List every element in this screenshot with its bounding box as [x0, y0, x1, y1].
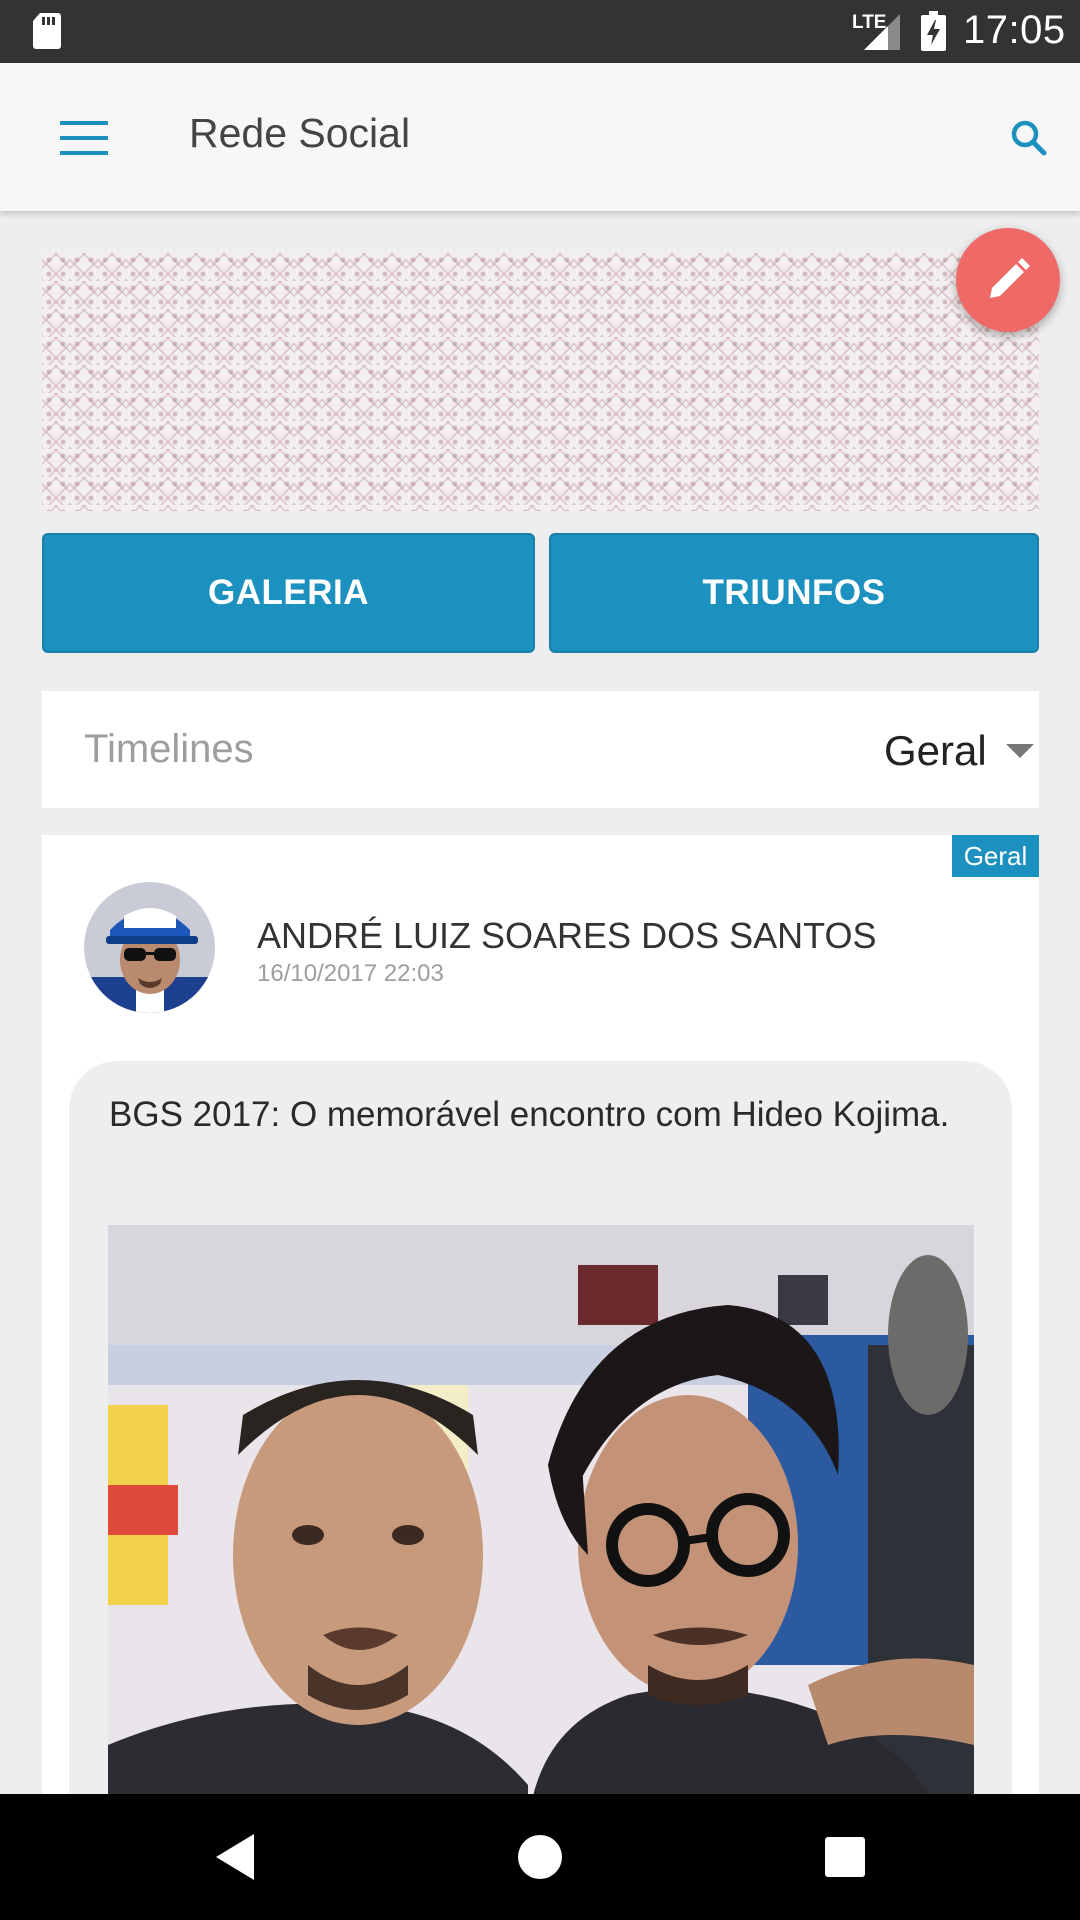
timeline-badge: Geral [952, 835, 1039, 877]
menu-button[interactable] [48, 107, 120, 167]
timelines-selector-row: Timelines Geral [42, 691, 1039, 808]
post-content-bubble: BGS 2017: O memorável encontro com Hideo… [69, 1061, 1012, 1825]
avatar-photo [84, 882, 215, 1013]
galeria-button[interactable]: GALERIA [42, 533, 535, 653]
post-timestamp: 16/10/2017 22:03 [257, 960, 444, 987]
profile-banner [42, 253, 1039, 511]
hamburger-menu-icon [60, 121, 108, 155]
app-bar: Rede Social [0, 63, 1080, 211]
compose-post-button[interactable] [956, 228, 1060, 332]
battery-charging-icon [921, 11, 946, 51]
signal-icon [864, 14, 900, 50]
back-button[interactable] [200, 1824, 270, 1890]
timelines-label: Timelines [84, 727, 254, 771]
post-image [108, 1225, 974, 1825]
post-card: Geral ANDRÉ LUIZ SOARES DOS SANTOS 16/10… [42, 835, 1039, 1825]
page-title: Rede Social [189, 110, 411, 156]
search-button[interactable] [1000, 109, 1060, 169]
back-icon [216, 1834, 254, 1880]
home-icon [518, 1835, 562, 1879]
post-photo[interactable] [108, 1225, 974, 1825]
timelines-selected-value: Geral [884, 727, 987, 774]
pencil-icon [990, 258, 1030, 298]
sd-card-icon [33, 13, 61, 49]
author-avatar[interactable] [84, 882, 215, 1013]
recents-icon [825, 1837, 865, 1877]
home-button[interactable] [505, 1824, 575, 1890]
recents-button[interactable] [810, 1824, 880, 1890]
post-text: BGS 2017: O memorável encontro com Hideo… [109, 1095, 950, 1134]
system-nav-bar [0, 1794, 1080, 1920]
status-time: 17:05 [963, 8, 1066, 52]
status-bar: LTE 17:05 [0, 0, 1080, 63]
timelines-dropdown[interactable]: Geral [832, 711, 1039, 789]
triunfos-button[interactable]: TRIUNFOS [549, 533, 1039, 653]
search-icon [1011, 120, 1047, 156]
post-author-name[interactable]: ANDRÉ LUIZ SOARES DOS SANTOS [257, 915, 876, 957]
dropdown-arrow-icon [1006, 744, 1034, 758]
